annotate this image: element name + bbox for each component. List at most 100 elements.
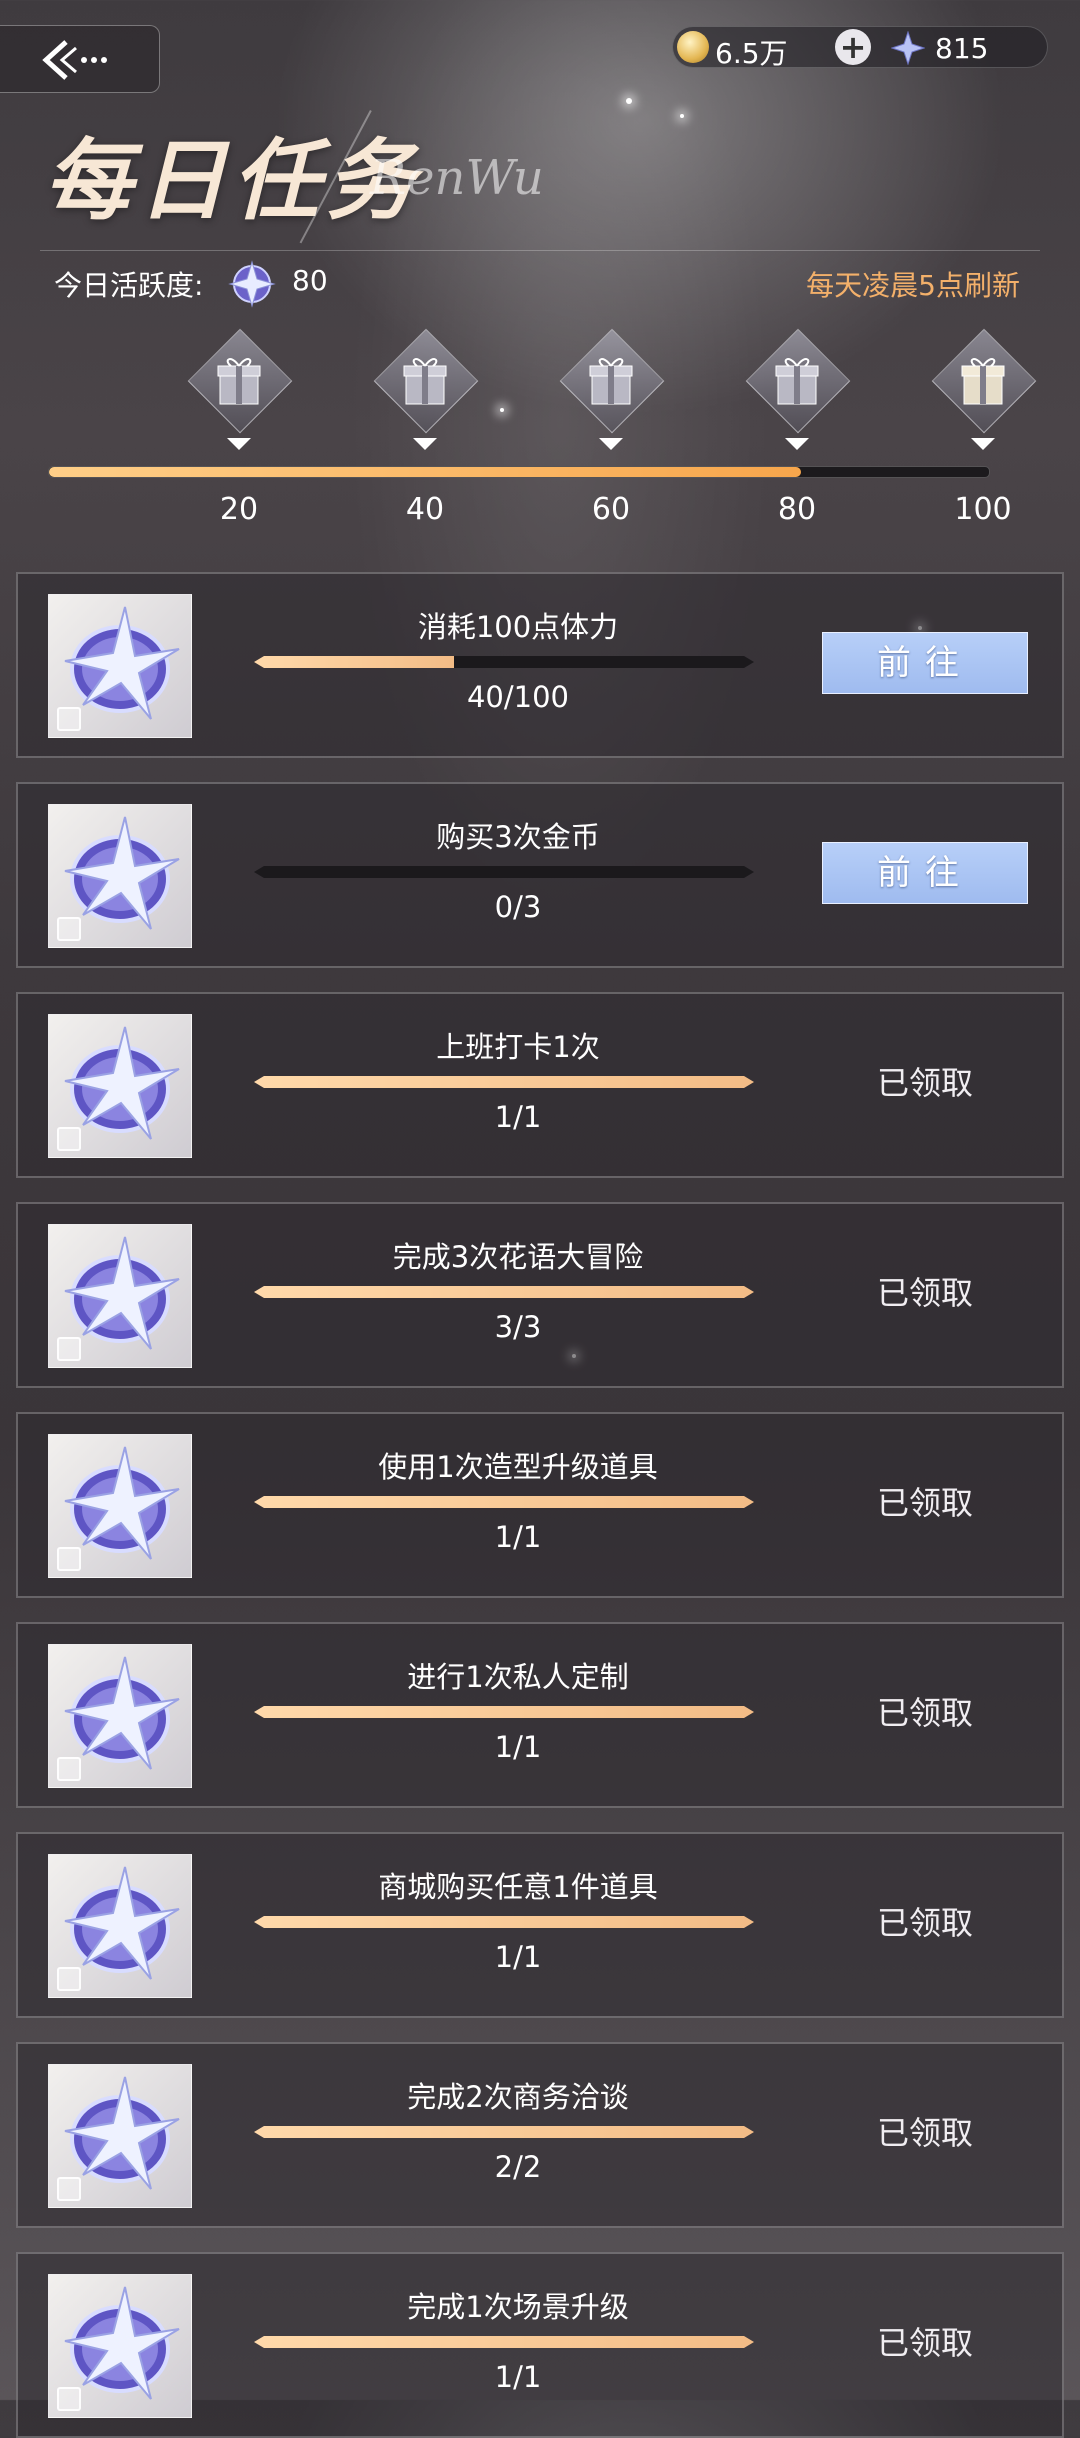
- task-progress-bar: [254, 1916, 754, 1928]
- task-progress-bar: [254, 1076, 754, 1088]
- task-reward-thumb[interactable]: [48, 1854, 192, 1998]
- activity-star-icon: [228, 260, 276, 308]
- task-card: 消耗100点体力 40/100 前往: [16, 572, 1064, 758]
- milestone-gift-2[interactable]: [559, 328, 665, 450]
- task-card: 完成2次商务洽谈 2/2 已领取: [16, 2042, 1064, 2228]
- milestone-gift-1[interactable]: [373, 328, 479, 450]
- task-progress-text: 1/1: [494, 1940, 542, 1974]
- task-name: 完成3次花语大冒险: [392, 1240, 644, 1274]
- activity-progress-fill: [49, 467, 801, 477]
- claimed-status: 已领取: [876, 1064, 973, 1102]
- back-button[interactable]: [0, 25, 160, 93]
- task-progress-fill: [254, 1076, 754, 1088]
- gift-pointer: [413, 438, 437, 450]
- task-card: 完成1次场景升级 1/1 已领取: [16, 2252, 1064, 2438]
- milestone-gift-0[interactable]: [187, 328, 293, 450]
- gift-pointer: [785, 438, 809, 450]
- title-decoration-text: RenWu: [370, 150, 544, 206]
- item-count-icon: [57, 1757, 81, 1781]
- task-progress-text: 1/1: [494, 1730, 542, 1764]
- task-progress-text: 3/3: [494, 1310, 542, 1344]
- task-name: 购买3次金币: [436, 820, 600, 854]
- task-reward-thumb[interactable]: [48, 1434, 192, 1578]
- task-progress-fill: [254, 1916, 754, 1928]
- coin-icon: [677, 31, 709, 63]
- task-progress-text: 0/3: [494, 890, 542, 924]
- task-progress-fill: [254, 1286, 754, 1298]
- task-name: 使用1次造型升级道具: [378, 1450, 658, 1484]
- task-reward-thumb[interactable]: [48, 804, 192, 948]
- task-progress-text: 1/1: [494, 1520, 542, 1554]
- activity-value: 80: [292, 264, 328, 297]
- task-progress-fill: [254, 656, 454, 668]
- milestone-label: 100: [954, 492, 1012, 527]
- gift-pointer: [971, 438, 995, 450]
- currency-bar: 6.5万 + 815: [672, 26, 1048, 70]
- task-progress-text: 2/2: [494, 2150, 542, 2184]
- title-block: 每日任务 RenWu: [40, 110, 1040, 260]
- task-name: 进行1次私人定制: [407, 1660, 629, 1694]
- go-button[interactable]: 前往: [822, 632, 1028, 694]
- task-card: 商城购买任意1件道具 1/1 已领取: [16, 1832, 1064, 2018]
- task-progress-text: 40/100: [466, 680, 570, 714]
- activity-progress-bar: [48, 466, 990, 478]
- task-card: 上班打卡1次 1/1 已领取: [16, 992, 1064, 1178]
- page-title: 每日任务: [44, 128, 421, 232]
- task-name: 上班打卡1次: [436, 1030, 600, 1064]
- activity-label: 今日活跃度:: [54, 269, 204, 302]
- item-count-icon: [57, 2387, 81, 2411]
- task-progress-bar: [254, 866, 754, 878]
- task-reward-thumb[interactable]: [48, 1014, 192, 1158]
- task-progress-text: 1/1: [494, 1100, 542, 1134]
- go-button[interactable]: 前往: [822, 842, 1028, 904]
- item-count-icon: [57, 1337, 81, 1361]
- claimed-status: 已领取: [876, 2324, 973, 2362]
- task-progress-fill: [254, 1706, 754, 1718]
- claimed-status: 已领取: [876, 2114, 973, 2152]
- task-reward-thumb[interactable]: [48, 1644, 192, 1788]
- milestone-gift-3[interactable]: [745, 328, 851, 450]
- gift-box-icon: [961, 358, 1005, 405]
- task-progress-bar: [254, 1706, 754, 1718]
- task-progress-bar: [254, 656, 754, 668]
- task-progress-bar: [254, 1496, 754, 1508]
- gem-amount: 815: [935, 32, 989, 65]
- top-bar: 6.5万 + 815: [0, 0, 1080, 100]
- task-name: 完成1次场景升级: [407, 2290, 629, 2324]
- task-card: 完成3次花语大冒险 3/3 已领取: [16, 1202, 1064, 1388]
- milestone-rewards: [0, 328, 1080, 530]
- title-underline: [40, 250, 1040, 251]
- claimed-status: 已领取: [876, 1904, 973, 1942]
- task-card: 使用1次造型升级道具 1/1 已领取: [16, 1412, 1064, 1598]
- task-reward-thumb[interactable]: [48, 2274, 192, 2418]
- refresh-note: 每天凌晨5点刷新: [806, 269, 1020, 302]
- milestone-gift-4[interactable]: [931, 328, 1037, 450]
- item-count-icon: [57, 2177, 81, 2201]
- back-arrow-icon: [42, 40, 107, 80]
- gift-box-icon: [217, 358, 261, 405]
- task-progress-bar: [254, 1286, 754, 1298]
- task-name: 消耗100点体力: [417, 610, 619, 644]
- task-progress-fill: [254, 2126, 754, 2138]
- task-reward-thumb[interactable]: [48, 594, 192, 738]
- gift-box-icon: [589, 358, 633, 405]
- claimed-status: 已领取: [876, 1694, 973, 1732]
- task-name: 商城购买任意1件道具: [378, 1870, 658, 1904]
- task-progress-fill: [254, 1496, 754, 1508]
- milestone-label: 80: [777, 492, 817, 527]
- task-reward-thumb[interactable]: [48, 1224, 192, 1368]
- task-progress-fill: [254, 2336, 754, 2348]
- claimed-status: 已领取: [876, 1274, 973, 1312]
- item-count-icon: [57, 1967, 81, 1991]
- gift-box-icon: [775, 358, 819, 405]
- gift-pointer: [227, 438, 251, 450]
- milestone-label: 60: [591, 492, 631, 527]
- add-currency-button[interactable]: +: [835, 29, 871, 65]
- claimed-status: 已领取: [876, 1484, 973, 1522]
- item-count-icon: [57, 1127, 81, 1151]
- task-reward-thumb[interactable]: [48, 2064, 192, 2208]
- star-gem-icon: [891, 31, 925, 65]
- milestone-label: 40: [405, 492, 445, 527]
- task-progress-text: 1/1: [494, 2360, 542, 2394]
- task-progress-bar: [254, 2126, 754, 2138]
